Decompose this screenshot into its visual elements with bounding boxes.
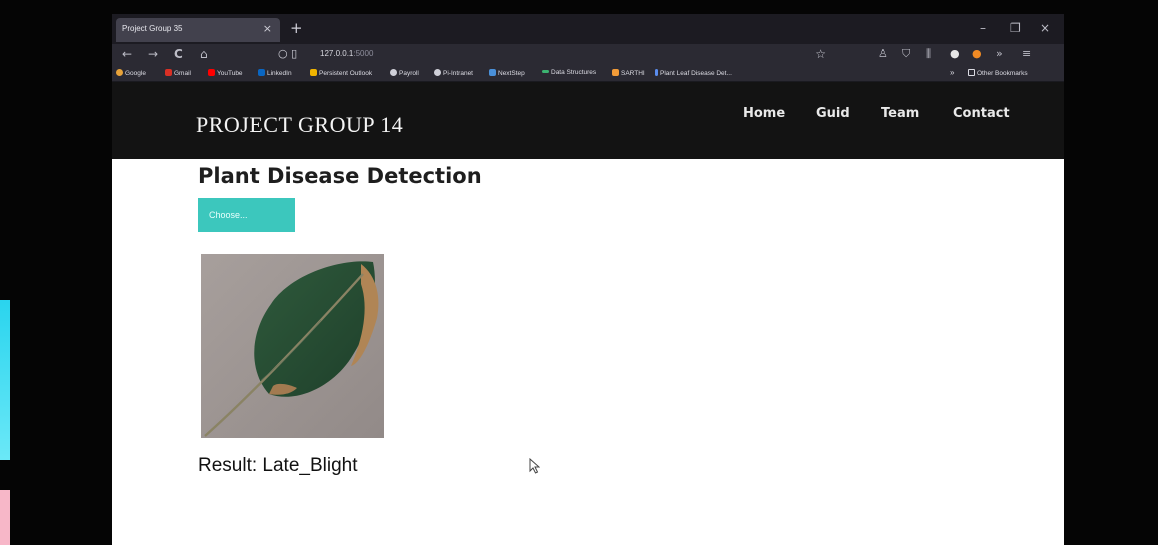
choose-file-button[interactable]: Choose... (198, 198, 295, 232)
bookmark-item[interactable]: Pi-Intranet (434, 69, 473, 77)
browser-window: Project Group 35 × + – ❐ × ← → C ⌂ ○ ▯ 1… (112, 14, 1064, 545)
tab-title: Project Group 35 (122, 24, 183, 33)
address-bar[interactable]: ○ ▯ 127.0.0.1:5000 ☆ (272, 46, 832, 64)
forward-icon[interactable]: → (148, 47, 158, 61)
bookmarks-bar: Google Gmail YouTube LinkedIn Persistent… (112, 66, 1064, 82)
decorative-stripe (0, 490, 10, 545)
bookmark-item[interactable]: Google (116, 69, 146, 77)
screen: Project Group 35 × + – ❐ × ← → C ⌂ ○ ▯ 1… (0, 0, 1158, 545)
account-icon[interactable]: ♙ (878, 47, 888, 60)
bookmark-item[interactable]: SARTHI (612, 69, 645, 77)
bookmarks-overflow-icon[interactable]: » (950, 68, 954, 77)
minimize-icon[interactable]: – (980, 21, 986, 35)
other-bookmarks[interactable]: Other Bookmarks (968, 69, 1028, 77)
library-icon[interactable]: ⫼ (926, 47, 931, 61)
reload-icon[interactable]: C (174, 47, 183, 61)
bookmark-item[interactable]: Plant Leaf Disease Det... (655, 69, 732, 77)
bookmark-item[interactable]: Gmail (165, 69, 191, 77)
url-port: :5000 (353, 49, 374, 58)
bookmark-star-icon[interactable]: ☆ (815, 47, 826, 61)
extension-icon[interactable]: ● (950, 47, 960, 60)
result-label: Result: (198, 455, 258, 476)
bookmark-item[interactable]: Payroll (390, 69, 419, 77)
mouse-cursor-icon (529, 458, 540, 474)
navigation-bar: ← → C ⌂ ○ ▯ 127.0.0.1:5000 ☆ ♙ ⛉ ⫼ ● ● »… (112, 44, 1064, 66)
leaf-image (201, 254, 384, 438)
bookmark-item[interactable]: NextStep (489, 69, 525, 77)
url-text: 127.0.0.1:5000 (320, 49, 373, 58)
overflow-icon[interactable]: » (996, 47, 1003, 60)
menu-icon[interactable]: ≡ (1022, 47, 1031, 60)
nav-contact[interactable]: Contact (953, 106, 1010, 121)
new-tab-icon[interactable]: + (290, 19, 303, 37)
result-value: Late_Blight (262, 455, 358, 476)
home-icon[interactable]: ⌂ (200, 47, 208, 61)
nav-home[interactable]: Home (743, 106, 785, 121)
browser-tab[interactable]: Project Group 35 × (116, 18, 280, 42)
extension-icon[interactable]: ● (972, 47, 982, 60)
result-text: Result: Late_Blight (198, 455, 358, 477)
page-info-icon[interactable]: ○ ▯ (278, 47, 297, 60)
url-host: 127.0.0.1 (320, 49, 354, 58)
maximize-icon[interactable]: ❐ (1010, 21, 1021, 35)
bookmark-item[interactable]: LinkedIn (258, 69, 292, 77)
close-window-icon[interactable]: × (1040, 21, 1050, 35)
back-icon[interactable]: ← (122, 47, 132, 61)
nav-team[interactable]: Team (881, 106, 919, 121)
tab-bar: Project Group 35 × + – ❐ × (112, 14, 1064, 44)
close-tab-icon[interactable]: × (263, 22, 272, 35)
nav-guid[interactable]: Guid (816, 106, 850, 121)
site-brand[interactable]: PROJECT GROUP 14 (196, 112, 403, 138)
bookmark-item[interactable]: YouTube (208, 69, 243, 77)
bookmark-item[interactable]: Persistent Outlook (310, 69, 372, 77)
pocket-icon[interactable]: ⛉ (902, 47, 910, 61)
bookmark-item[interactable]: Data Structures (542, 69, 596, 76)
decorative-stripe (0, 300, 10, 460)
page-title: Plant Disease Detection (198, 164, 482, 188)
site-header: PROJECT GROUP 14 Home Guid Team Contact (112, 82, 1064, 159)
